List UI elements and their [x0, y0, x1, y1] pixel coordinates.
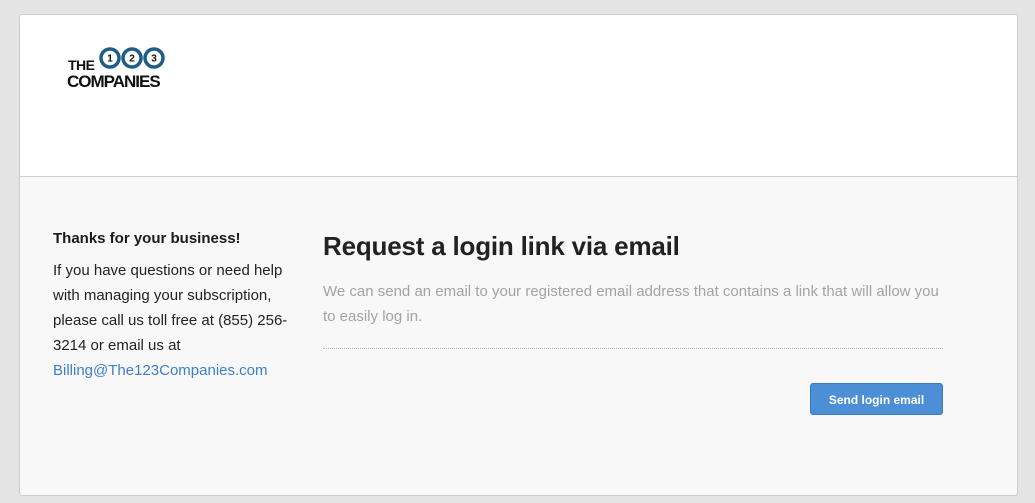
- page-title: Request a login link via email: [323, 231, 680, 261]
- card-header: THE 1 2 3 COMPANIES: [20, 15, 1017, 177]
- logo-digit-1: 1: [107, 54, 113, 65]
- login-card: THE 1 2 3 COMPANIES Thanks for your busi…: [19, 14, 1018, 496]
- sidebar-body-text: If you have questions or need help with …: [53, 262, 288, 354]
- logo-companies-text: COMPANIES: [67, 72, 161, 91]
- company-logo: THE 1 2 3 COMPANIES: [67, 47, 171, 93]
- page-description: We can send an email to your registered …: [323, 283, 939, 325]
- logo-circles-icon: 1 2 3: [99, 47, 165, 69]
- sidebar: Thanks for your business! If you have qu…: [53, 229, 293, 383]
- billing-email-link[interactable]: Billing@The123Companies.com: [53, 362, 268, 379]
- send-login-email-button[interactable]: Send login email: [810, 383, 943, 415]
- sidebar-body: If you have questions or need help with …: [53, 258, 293, 383]
- main-content: Request a login link via email We can se…: [323, 229, 943, 415]
- logo-digit-2: 2: [129, 54, 135, 65]
- logo-the-text: THE: [68, 57, 95, 73]
- sidebar-heading: Thanks for your business!: [53, 230, 241, 247]
- logo-digit-3: 3: [151, 54, 157, 65]
- divider: [323, 348, 943, 349]
